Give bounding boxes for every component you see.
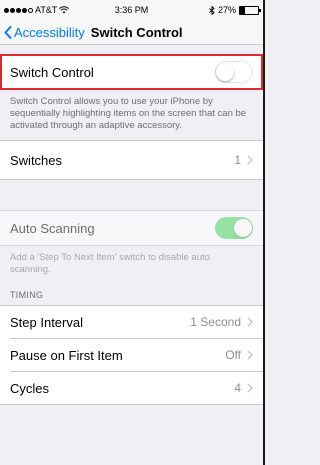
switch-control-description: Switch Control allows you to use your iP… — [10, 96, 247, 131]
pause-on-first-item-row[interactable]: Pause on First Item Off — [0, 339, 263, 371]
battery-percent: 27% — [217, 5, 236, 15]
chevron-right-icon — [247, 317, 253, 327]
step-interval-row[interactable]: Step Interval 1 Second — [0, 306, 263, 338]
switches-label: Switches — [10, 152, 63, 168]
settings-screen: AT&T 3:36 PM 27% Accessibility Switch Co… — [0, 0, 265, 465]
chevron-right-icon — [247, 350, 253, 360]
back-button[interactable]: Accessibility — [0, 25, 85, 40]
cycles-label: Cycles — [10, 380, 50, 396]
page-title: Switch Control — [90, 24, 183, 40]
carrier-label: AT&T — [35, 5, 58, 15]
battery-icon — [239, 5, 261, 15]
signal-strength-icon — [4, 7, 33, 13]
chevron-left-icon — [4, 25, 12, 39]
navigation-bar: Accessibility Switch Control — [0, 20, 263, 45]
status-bar: AT&T 3:36 PM 27% — [0, 0, 263, 20]
switch-control-toggle[interactable] — [215, 61, 253, 83]
timing-group: Step Interval 1 Second Pause on First It… — [0, 305, 263, 405]
chevron-right-icon — [247, 155, 253, 165]
cycles-row[interactable]: Cycles 4 — [0, 372, 263, 404]
cycles-value: 4 — [234, 381, 241, 395]
timing-header: TIMING — [10, 290, 44, 300]
switches-count: 1 — [234, 153, 241, 167]
chevron-right-icon — [247, 383, 253, 393]
bluetooth-icon — [209, 5, 215, 15]
auto-scanning-toggle[interactable] — [215, 217, 253, 239]
step-interval-value: 1 Second — [190, 315, 241, 329]
wifi-icon — [59, 6, 70, 14]
auto-scanning-label: Auto Scanning — [10, 220, 95, 236]
auto-scanning-section: Auto Scanning Add a 'Step To Next Item' … — [0, 210, 263, 284]
step-interval-label: Step Interval — [10, 314, 83, 330]
pause-on-first-item-value: Off — [225, 348, 241, 362]
switch-control-row: Switch Control — [0, 54, 263, 90]
switches-row[interactable]: Switches 1 — [0, 141, 263, 179]
switch-control-label: Switch Control — [10, 64, 94, 80]
auto-scanning-description: Add a 'Step To Next Item' switch to disa… — [10, 252, 210, 275]
back-button-label: Accessibility — [14, 24, 85, 40]
auto-scanning-row: Auto Scanning — [0, 211, 263, 245]
pause-on-first-item-label: Pause on First Item — [10, 347, 123, 363]
